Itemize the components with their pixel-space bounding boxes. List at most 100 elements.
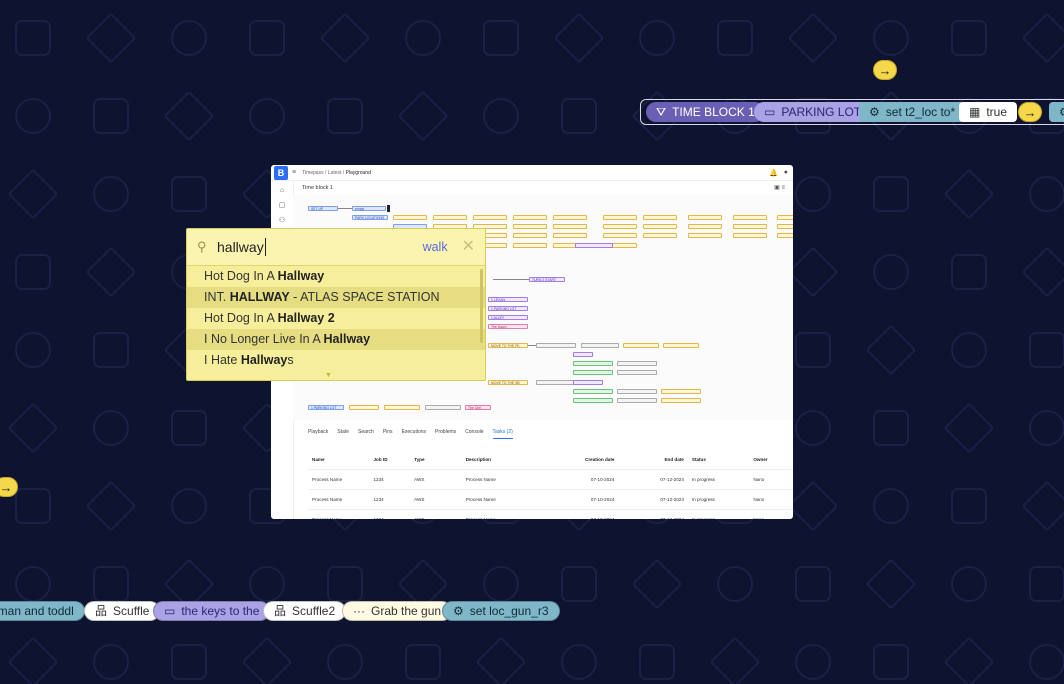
node-gray[interactable] — [425, 405, 461, 410]
node-green[interactable] — [573, 361, 613, 366]
close-icon[interactable]: ✕ — [462, 239, 475, 255]
column-header[interactable]: Name — [308, 457, 373, 462]
tab-state[interactable]: State — [337, 429, 349, 439]
node-yellow[interactable] — [661, 398, 701, 403]
search-result-item[interactable]: INT. HALLWAY - ATLAS SPACE STATION — [187, 287, 485, 308]
breadcrumb-item[interactable]: Latest — [328, 170, 342, 176]
node-purple[interactable] — [573, 352, 593, 357]
flow-node[interactable] — [777, 233, 793, 238]
chain-chip-oman-and-toddl[interactable]: oman and toddl — [0, 601, 85, 621]
flow-node[interactable] — [603, 224, 637, 229]
document-icon[interactable]: ▢ — [271, 201, 293, 209]
flow-node[interactable] — [777, 215, 793, 220]
node-gray[interactable] — [536, 343, 576, 348]
app-logo[interactable]: B — [274, 165, 288, 180]
user-icon[interactable]: ● — [784, 169, 788, 176]
search-result-item[interactable]: Hot Dog In A Hallway — [187, 266, 485, 287]
chain-chip-set-t2-loc[interactable]: ⚙ set t2_loc to* — [859, 102, 966, 122]
node-yellow[interactable] — [349, 405, 379, 410]
node-setup[interactable]: SET UP — [308, 206, 338, 211]
tab-executions[interactable]: Executions — [402, 429, 426, 439]
node-the-opk[interactable]: The OpK — [465, 405, 491, 410]
flow-node[interactable] — [643, 215, 677, 220]
flow-node[interactable] — [733, 215, 767, 220]
node-alley[interactable]: 1 ALLEY — [488, 315, 528, 320]
arrow-right-icon[interactable]: → — [873, 60, 897, 80]
flow-node[interactable] — [553, 215, 587, 220]
node-gray[interactable] — [617, 361, 657, 366]
table-row[interactable]: Process Name1234AWSProcess Name07-10-202… — [308, 470, 793, 490]
node-gray[interactable] — [536, 380, 576, 385]
node-yellow[interactable] — [623, 343, 659, 348]
search-result-item[interactable]: I Hate Hallways — [187, 350, 485, 371]
flow-node[interactable] — [643, 224, 677, 229]
node-parking-lot-bottom[interactable]: 1 PARKING LOT — [308, 405, 344, 410]
column-header[interactable]: Job ID — [373, 457, 414, 462]
chain-chip-parking-lot[interactable]: ▭ PARKING LOT — [754, 102, 872, 122]
scrollbar[interactable] — [480, 269, 483, 343]
breadcrumb-item[interactable]: Timepass — [302, 170, 324, 176]
walk-mode-button[interactable]: walk — [423, 240, 448, 254]
column-header[interactable]: Owner — [753, 457, 793, 462]
tab-console[interactable]: Console — [465, 429, 483, 439]
chain-chip-set-loc-gun-r3[interactable]: ⚙ set loc_gun_r3 — [442, 601, 560, 621]
flow-node[interactable] — [513, 224, 547, 229]
node-gray[interactable] — [617, 389, 657, 394]
home-icon[interactable]: ⌂ — [271, 187, 293, 194]
flow-node[interactable] — [513, 233, 547, 238]
view-toggle-icon[interactable]: ▣ ≡ — [774, 184, 785, 191]
node-green[interactable] — [573, 389, 613, 394]
flow-node[interactable] — [513, 243, 547, 248]
notification-icon[interactable]: 🔔 — [769, 169, 778, 177]
column-header[interactable]: End date — [622, 457, 691, 462]
flow-node[interactable] — [393, 215, 427, 220]
node-turn-start[interactable]: TURN 2 START — [529, 277, 565, 282]
flow-node[interactable] — [513, 215, 547, 220]
node-green[interactable] — [573, 398, 613, 403]
node-gray[interactable] — [617, 398, 657, 403]
node-gray[interactable] — [617, 370, 657, 375]
chain-chip-grab-the-gun[interactable]: ··· Grab the gun — [342, 601, 453, 621]
flow-node[interactable] — [553, 224, 587, 229]
node-purple[interactable] — [573, 380, 603, 385]
node-purple[interactable] — [575, 243, 613, 248]
flow-node[interactable] — [733, 233, 767, 238]
column-header[interactable]: Creation date — [553, 457, 622, 462]
node-lexan[interactable]: 1 LEXAN — [488, 297, 528, 302]
table-row[interactable]: Process Name1234AWSProcess Name07-10-202… — [308, 510, 793, 519]
tab-playback[interactable]: Playback — [308, 429, 328, 439]
flow-node[interactable] — [553, 233, 587, 238]
chain-chip-time-block[interactable]: ⛛ TIME BLOCK 1 — [646, 102, 765, 122]
flow-node[interactable] — [603, 215, 637, 220]
tab-tasks-2[interactable]: Tasks (2) — [492, 429, 513, 439]
column-header[interactable]: Description — [466, 457, 553, 462]
search-input[interactable]: hallway — [217, 238, 266, 256]
node-yellow[interactable] — [663, 343, 699, 348]
flow-node[interactable] — [733, 224, 767, 229]
node-green[interactable] — [573, 370, 613, 375]
chain-chip-the-keys-to-the[interactable]: ▭ the keys to the — [153, 601, 271, 621]
chevron-down-icon[interactable]: ▼ — [325, 372, 332, 379]
flow-node[interactable] — [777, 224, 793, 229]
column-header[interactable]: Type — [414, 457, 466, 462]
node-parking-lot[interactable]: 1 PARKING LOT — [488, 306, 528, 311]
flow-node[interactable] — [688, 233, 722, 238]
arrow-right-icon[interactable]: → — [1018, 102, 1042, 122]
node-park-locations[interactable]: PARK LOCATIONS — [352, 215, 388, 220]
flow-node[interactable] — [643, 233, 677, 238]
node-yellow[interactable] — [384, 405, 420, 410]
search-result-item[interactable]: Hot Dog In A Hallway 2 — [187, 308, 485, 329]
chain-chip-scuffle2[interactable]: 品 Scuffle2 — [263, 601, 347, 621]
node-gray[interactable] — [581, 343, 619, 348]
flow-node[interactable] — [433, 215, 467, 220]
tab-problems[interactable]: Problems — [435, 429, 456, 439]
flow-node[interactable] — [688, 215, 722, 220]
tab-search[interactable]: Search — [358, 429, 374, 439]
node-the-dawn[interactable]: The Dawn — [488, 324, 528, 329]
users-icon[interactable]: ⚇ — [271, 216, 293, 224]
node-empty[interactable]: empty — [352, 206, 386, 211]
column-header[interactable]: Status — [692, 457, 753, 462]
search-result-item[interactable]: I No Longer Live In A Hallway — [187, 329, 485, 350]
chain-chip-gear[interactable]: ⚙ — [1049, 102, 1064, 122]
node-yellow[interactable] — [661, 389, 701, 394]
